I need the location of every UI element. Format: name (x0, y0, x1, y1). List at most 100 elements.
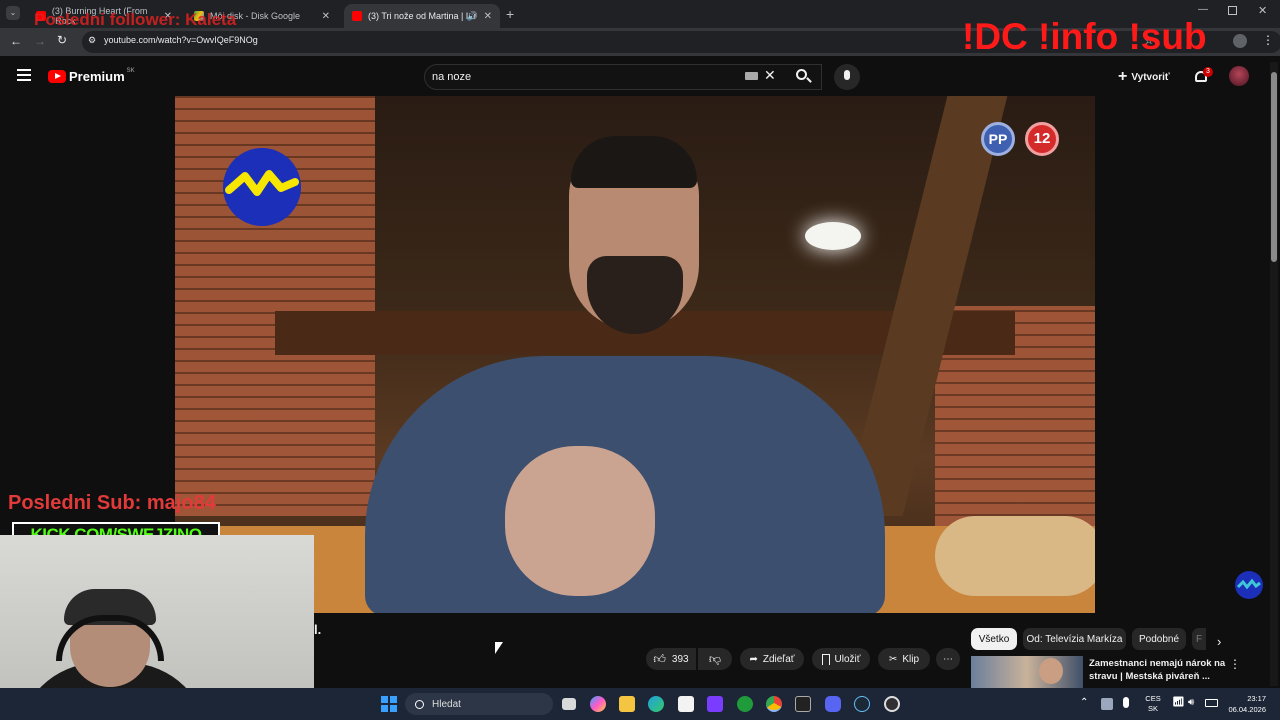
close-tab-icon[interactable]: ✕ (484, 11, 492, 22)
save-label: Uložiť (834, 653, 861, 665)
clip-label: Klip (902, 653, 920, 665)
more-actions-button[interactable]: ⋯ (936, 648, 960, 670)
voice-search-button[interactable] (834, 64, 860, 90)
last-sub-overlay: Posledni Sub: majo84 (8, 492, 216, 514)
page-scrollbar[interactable] (1270, 62, 1278, 686)
recommendation-title-line2[interactable]: stravu | Mestská piváreň ... (1089, 671, 1210, 682)
person-hair (571, 136, 697, 188)
new-tab-button[interactable]: + (506, 6, 514, 22)
clock[interactable]: 23:17 06.04.2026 (1226, 693, 1266, 715)
scissors-icon: ✂ (888, 653, 898, 665)
reload-icon[interactable]: ↻ (57, 33, 67, 47)
recommendation-menu-icon[interactable]: ⋮ (1229, 657, 1241, 671)
pizza-plate (935, 516, 1095, 596)
clock-date: 06.04.2026 (1228, 705, 1266, 714)
language-indicator[interactable]: CES SK (1142, 694, 1164, 714)
like-button[interactable]: 👍︎ 393 (646, 648, 696, 670)
chip-markiza[interactable]: Od: Televízia Markíza (1023, 628, 1126, 650)
bookmark-icon (821, 653, 830, 665)
show-hidden-icons[interactable]: ⌃ (1080, 697, 1088, 708)
like-count: 393 (671, 653, 689, 665)
microphone-icon (844, 70, 850, 80)
thumbs-up-icon: 👍︎ (653, 651, 666, 666)
markiza-watermark-icon (1235, 571, 1263, 599)
share-button[interactable]: ➦ Zdieľať (740, 648, 804, 670)
tab-search-button[interactable]: ⌄ (6, 6, 20, 20)
minimize-window-icon[interactable]: — (1198, 4, 1208, 15)
pp-rating-badge: PP (981, 122, 1015, 156)
discord-icon[interactable] (825, 696, 841, 712)
taskbar-search-box[interactable]: Hledat (405, 693, 553, 715)
microphone-tray-icon[interactable] (1123, 697, 1129, 708)
recommendation-title-line1[interactable]: Zamestnanci nemajú nárok na (1089, 658, 1225, 669)
menu-hamburger-icon[interactable] (17, 69, 31, 81)
xbox-icon[interactable] (737, 696, 753, 712)
clock-time: 23:17 (1247, 694, 1266, 703)
clear-search-icon[interactable]: ✕ (764, 67, 776, 84)
forward-arrow-icon[interactable]: → (34, 34, 46, 48)
commands-overlay: !DC !info !sub (962, 16, 1207, 57)
obs-icon[interactable] (884, 696, 900, 712)
notification-count-badge: 3 (1203, 67, 1213, 77)
back-arrow-icon[interactable]: ← (10, 34, 22, 48)
share-label: Zdieľať (762, 653, 795, 665)
browser-menu-icon[interactable]: ⋮ (1262, 33, 1274, 47)
video-title-fragment: l. (314, 622, 322, 637)
steam-icon[interactable] (854, 696, 870, 712)
plus-icon: + (1118, 68, 1128, 85)
thumbs-down-icon: 👎︎ (708, 651, 722, 666)
share-arrow-icon: ➦ (749, 653, 758, 665)
copilot-icon[interactable] (590, 696, 606, 712)
restore-window-icon[interactable] (1228, 6, 1237, 15)
file-explorer-icon[interactable] (619, 696, 635, 712)
age-rating-badge: 12 (1025, 122, 1059, 156)
close-window-icon[interactable]: ✕ (1258, 4, 1267, 17)
ceiling-light (805, 222, 861, 250)
youtube-play-icon (48, 70, 66, 83)
chips-next-icon[interactable]: › (1217, 634, 1221, 649)
profile-avatar[interactable] (1233, 34, 1247, 48)
app-icon[interactable] (707, 696, 723, 712)
task-view-icon[interactable] (562, 698, 576, 710)
search-icon (415, 699, 424, 709)
network-icon[interactable] (1101, 698, 1113, 710)
chrome-icon[interactable] (766, 696, 782, 712)
language-code: CES (1145, 694, 1161, 703)
youtube-favicon-icon (352, 11, 362, 21)
more-horizontal-icon: ⋯ (943, 653, 953, 665)
tab-tri-noze[interactable]: (3) Tri nože od Martina | Lu 🔊 ✕ (344, 4, 500, 28)
save-button[interactable]: Uložiť (812, 648, 870, 670)
search-input[interactable] (432, 68, 732, 86)
keyboard-icon[interactable] (745, 72, 758, 80)
person-hands (505, 446, 655, 596)
edge-browser-icon[interactable] (648, 696, 664, 712)
create-label: Vytvoriť (1131, 71, 1170, 83)
wifi-icon[interactable]: 📶︎ (1172, 697, 1185, 708)
site-info-icon[interactable]: ⚙ (88, 35, 96, 46)
search-button[interactable] (786, 64, 822, 90)
windows-start-icon[interactable] (381, 696, 397, 712)
chip-more[interactable]: F (1192, 628, 1206, 650)
clip-button[interactable]: ✂ Klip (878, 648, 930, 670)
youtube-logo[interactable]: Premium SK (48, 67, 135, 84)
tab-label: (3) Tri nože od Martina | Lu (368, 11, 476, 21)
close-tab-icon[interactable]: ✕ (322, 11, 330, 22)
dislike-button[interactable]: 👎︎ (698, 648, 732, 670)
region-code: SK (126, 67, 135, 74)
volume-icon[interactable]: 🔊︎ (1188, 697, 1194, 708)
chip-similar[interactable]: Podobné (1132, 628, 1186, 650)
audio-playing-icon[interactable]: 🔊 (467, 11, 478, 22)
scrollbar-thumb[interactable] (1271, 72, 1277, 262)
create-button[interactable]: + Vytvoriť (1118, 66, 1170, 88)
microsoft-store-icon[interactable] (678, 696, 694, 712)
taskbar-search-label: Hledat (432, 698, 461, 710)
last-follower-overlay: Posledni follower: Kaleta (34, 10, 237, 29)
premium-label: Premium (69, 69, 125, 84)
keyboard-layout: SK (1147, 704, 1158, 713)
epic-games-icon[interactable] (795, 696, 811, 712)
account-avatar[interactable] (1229, 66, 1249, 86)
battery-icon[interactable] (1205, 699, 1218, 707)
recommendation-thumbnail[interactable] (971, 656, 1083, 688)
markiza-logo (223, 148, 301, 226)
chip-all[interactable]: Všetko (971, 628, 1017, 650)
